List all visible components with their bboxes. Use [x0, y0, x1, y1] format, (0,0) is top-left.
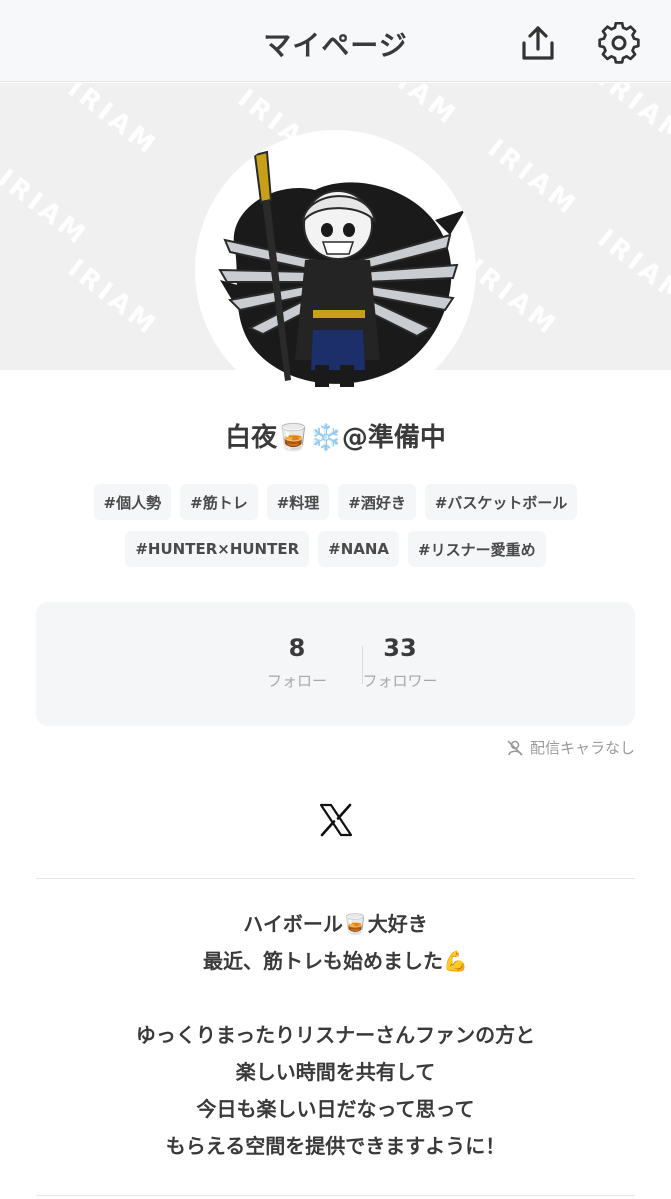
- watermark-text: IRIAM: [591, 83, 671, 153]
- bio-line: ゆっくりまったりリスナーさんファンの方と: [135, 1023, 536, 1047]
- follow-stats-card: 8 フォロー 33 フォロワー: [36, 602, 635, 726]
- tag-chip[interactable]: #筋トレ: [180, 484, 258, 520]
- tag-chip[interactable]: #酒好き: [338, 484, 416, 520]
- watermark-text: IRIAM: [0, 163, 94, 253]
- settings-button[interactable]: [596, 20, 642, 66]
- bio-line: 今日も楽しい日だなって思って: [196, 1097, 475, 1121]
- bio-line: ハイボール🥃大好き: [243, 912, 428, 936]
- tag-chip[interactable]: #NANA: [318, 531, 400, 567]
- watermark-text: IRIAM: [591, 223, 671, 313]
- divider: [36, 1195, 635, 1196]
- divider: [36, 878, 635, 879]
- bio-line: もらえる空間を提供できますように！: [165, 1134, 506, 1158]
- top-bar: マイページ: [0, 0, 671, 82]
- character-status: 配信キャラなし: [506, 737, 635, 758]
- follower-stat[interactable]: 33 フォロワー: [330, 634, 470, 691]
- character-illustration: [218, 150, 465, 387]
- share-button[interactable]: [515, 20, 561, 66]
- gear-icon: [598, 22, 640, 64]
- profile-name: 白夜🥃❄️@準備中: [225, 423, 446, 453]
- tag-chip[interactable]: #料理: [266, 484, 330, 520]
- tag-row: #個人勢 #筋トレ #料理 #酒好き #バスケットボール: [93, 484, 578, 520]
- tag-row: #HUNTER×HUNTER #NANA #リスナー愛重め: [125, 531, 546, 567]
- share-upload-icon: [522, 26, 554, 60]
- follower-label: フォロワー: [362, 672, 438, 690]
- x-logo-icon: [319, 803, 353, 837]
- page-title: マイページ: [263, 29, 408, 62]
- tag-chip[interactable]: #リスナー愛重め: [408, 531, 546, 567]
- watermark-text: IRIAM: [481, 133, 584, 223]
- follower-count: 33: [383, 634, 417, 662]
- bio-line: 楽しい時間を共有して: [235, 1060, 436, 1084]
- x-link-button[interactable]: [317, 800, 355, 840]
- profile-bio: ハイボール🥃大好き 最近、筋トレも始めました💪 ゆっくりまったりリスナーさんファ…: [0, 906, 671, 1165]
- tag-chip[interactable]: #HUNTER×HUNTER: [125, 531, 310, 567]
- watermark-text: IRIAM: [61, 83, 164, 163]
- profile-avatar[interactable]: [195, 130, 476, 411]
- tag-list: #個人勢 #筋トレ #料理 #酒好き #バスケットボール #HUNTER×HUN…: [0, 484, 671, 567]
- bio-blank-line: [0, 980, 671, 1017]
- no-character-icon: [507, 739, 523, 756]
- tag-chip[interactable]: #個人勢: [93, 484, 172, 520]
- watermark-text: IRIAM: [361, 83, 464, 133]
- watermark-text: IRIAM: [461, 253, 564, 343]
- watermark-text: IRIAM: [61, 253, 164, 343]
- tag-chip[interactable]: #バスケットボール: [424, 484, 578, 520]
- bio-line: 最近、筋トレも始めました💪: [203, 949, 468, 973]
- character-status-text: 配信キャラなし: [529, 739, 635, 757]
